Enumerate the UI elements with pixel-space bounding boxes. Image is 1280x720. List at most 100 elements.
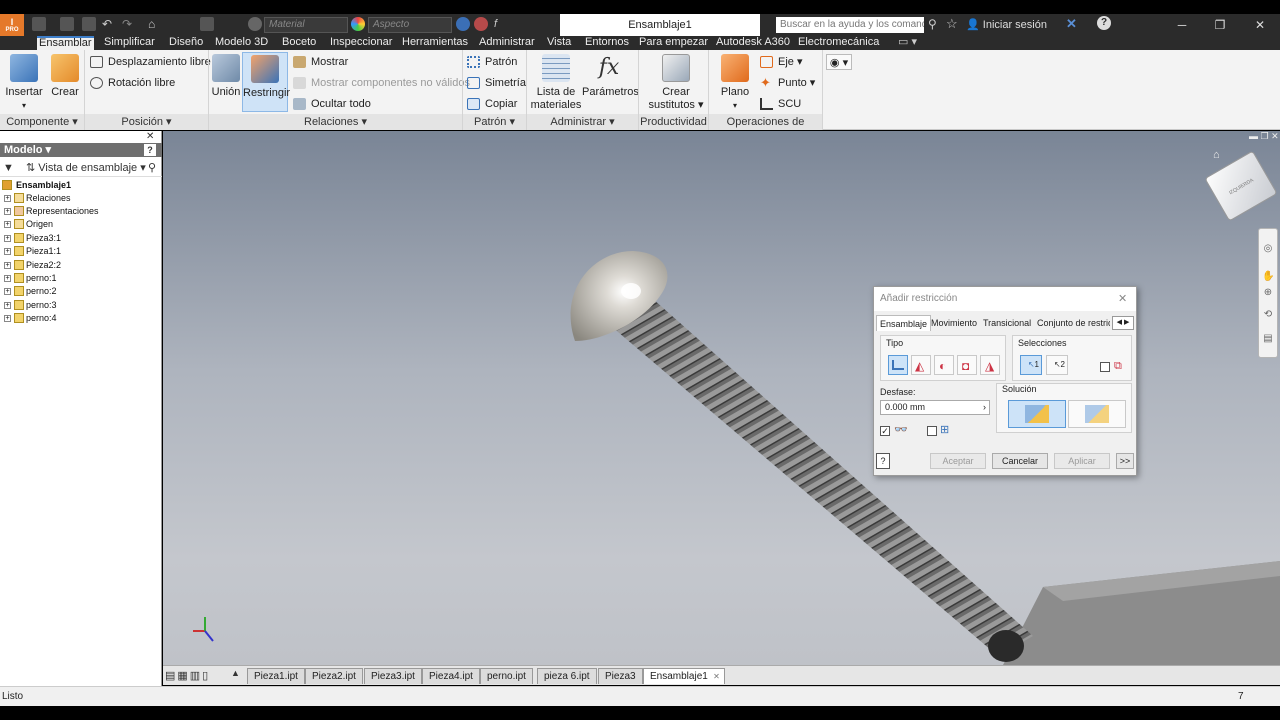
tree-item-pieza1-1[interactable]: + Pieza1:1 <box>4 245 61 258</box>
expand-icon[interactable]: + <box>4 275 11 282</box>
panel-close-icon[interactable]: ✕ <box>146 131 154 142</box>
open-icon[interactable] <box>60 17 74 31</box>
model-panel-header[interactable]: Modelo ▾ ? <box>0 143 162 157</box>
look-at-icon[interactable]: ▤ <box>1262 333 1274 345</box>
select-icon[interactable] <box>200 17 214 31</box>
tab-administrar[interactable]: Administrar <box>477 36 537 50</box>
tab-ensamblar[interactable]: Ensamblar <box>37 36 94 50</box>
restringir-button[interactable]: Restringir <box>242 52 290 112</box>
binoculars-icon[interactable]: ⚲ <box>928 17 942 31</box>
tree-item-representaciones[interactable]: + Representaciones <box>4 205 99 218</box>
doc-tab-pieza3[interactable]: Pieza3.ipt <box>364 668 422 684</box>
tab-entornos[interactable]: Entornos <box>583 36 631 50</box>
dialog-tab-ensamblaje[interactable]: Ensamblaje <box>876 315 932 331</box>
mostrar-no-validos-button[interactable]: Mostrar componentes no válidos <box>293 75 470 91</box>
insertar-button[interactable]: Insertar ▾ <box>4 52 44 112</box>
expand-icon[interactable]: + <box>4 248 11 255</box>
tree-item-perno-1[interactable]: + perno:1 <box>4 272 57 285</box>
tree-item-relaciones[interactable]: + Relaciones <box>4 192 71 205</box>
dialog-tab-movimiento[interactable]: Movimiento <box>928 315 980 331</box>
help-icon[interactable]: ? <box>1097 16 1111 30</box>
parametros-button[interactable]: fx Parámetros <box>582 52 639 99</box>
solution-mate-button[interactable] <box>1008 400 1066 428</box>
ribbon-extra-dropdown[interactable]: ◉ ▾ <box>826 54 852 70</box>
doc-tab-pieza6[interactable]: pieza 6.ipt <box>537 668 597 684</box>
ocultar-todo-button[interactable]: Ocultar todo <box>293 96 371 112</box>
filter-icon[interactable]: ▼ <box>3 159 14 177</box>
doc-tab-pieza1[interactable]: Pieza1.ipt <box>247 668 305 684</box>
expand-icon[interactable]: + <box>4 262 11 269</box>
simetria-button[interactable]: Simetría <box>467 75 526 91</box>
cancelar-button[interactable]: Cancelar <box>992 453 1048 469</box>
view-select[interactable]: ⇅ Vista de ensamblaje ▾ <box>26 159 146 177</box>
tree-item-perno-3[interactable]: + perno:3 <box>4 299 57 312</box>
scroll-up-icon[interactable]: ▲ <box>231 668 240 678</box>
maximize-button[interactable]: ❐ <box>1200 14 1240 36</box>
tab-diseno[interactable]: Diseño <box>167 36 205 50</box>
tab-boceto[interactable]: Boceto <box>280 36 318 50</box>
insert-type-button[interactable]: ◘ <box>957 355 977 375</box>
tangent-type-button[interactable]: ◐ <box>934 355 954 375</box>
help-search-input[interactable]: Buscar en la ayuda y los comandos <box>776 17 924 33</box>
lista-materiales-button[interactable]: Lista de materiales <box>530 52 582 112</box>
tree-root[interactable]: Ensamblaje1 <box>2 179 71 192</box>
expand-icon[interactable]: + <box>4 302 11 309</box>
tab-para-empezar[interactable]: Para empezar <box>637 36 710 50</box>
clear-appearance-icon[interactable] <box>456 17 470 31</box>
tree-item-perno-2[interactable]: + perno:2 <box>4 285 57 298</box>
new-icon[interactable] <box>32 17 46 31</box>
chevron-right-icon[interactable]: › <box>983 401 986 414</box>
doc-tab-ensamblaje1[interactable]: Ensamblaje1 ✕ <box>643 668 725 684</box>
expand-icon[interactable]: + <box>4 315 11 322</box>
redo-icon[interactable]: ↷ <box>122 17 136 31</box>
mate-type-button[interactable] <box>888 355 908 375</box>
adjust-icon[interactable] <box>474 17 488 31</box>
tree-item-perno-4[interactable]: + perno:4 <box>4 312 57 325</box>
update-icon[interactable] <box>248 17 262 31</box>
dialog-help-icon[interactable]: ? <box>876 453 890 469</box>
star-icon[interactable]: ☆ <box>946 16 960 31</box>
pan-icon[interactable]: ✋ <box>1262 271 1274 283</box>
desfase-input[interactable]: 0.000 mm › <box>880 400 990 415</box>
crear-button[interactable]: Crear <box>48 52 82 99</box>
selection-2-button[interactable]: ↖2 <box>1046 355 1068 375</box>
expand-icon[interactable]: + <box>4 288 11 295</box>
first-part-checkbox[interactable] <box>1100 362 1110 372</box>
doc-tab-perno[interactable]: perno.ipt <box>480 668 533 684</box>
tab-simplificar[interactable]: Simplificar <box>102 36 157 50</box>
tree-item-pieza2-2[interactable]: + Pieza2:2 <box>4 259 61 272</box>
group-label-administrar[interactable]: Administrar ▾ <box>527 114 638 130</box>
tab-scroll-arrows[interactable]: ◀ ▶ <box>1112 316 1134 330</box>
selection-1-button[interactable]: ↖1 <box>1020 355 1042 375</box>
viewport-window-controls[interactable]: ▬ ❐ ✕ <box>1249 131 1279 142</box>
aplicar-button[interactable]: Aplicar <box>1054 453 1110 469</box>
preview-checkbox[interactable]: ✓ <box>880 426 890 436</box>
tab-herramientas[interactable]: Herramientas <box>400 36 470 50</box>
crear-sustitutos-button[interactable]: Crear sustitutos ▾ <box>648 52 704 112</box>
group-label-componente[interactable]: Componente ▾ <box>0 114 84 130</box>
union-button[interactable]: Unión <box>210 52 242 99</box>
dialog-tab-conjunto[interactable]: Conjunto de restric <box>1034 315 1110 331</box>
patron-button[interactable]: Patrón <box>467 54 517 70</box>
help-icon[interactable]: ? <box>144 144 156 156</box>
home-icon[interactable]: ⌂ <box>148 17 162 31</box>
zoom-icon[interactable]: ⊕ <box>1262 287 1274 299</box>
eje-button[interactable]: Eje ▾ <box>760 54 802 70</box>
plano-button[interactable]: Plano ▾ <box>714 52 756 112</box>
dialog-tab-transicional[interactable]: Transicional <box>980 315 1034 331</box>
predict-offset-checkbox[interactable] <box>927 426 937 436</box>
login-button[interactable]: 👤 Iniciar sesión <box>966 14 1047 36</box>
minimize-button[interactable]: ─ <box>1162 14 1202 36</box>
fx-icon[interactable]: f <box>494 17 508 31</box>
close-tab-icon[interactable]: ✕ <box>713 669 720 684</box>
solution-flush-button[interactable] <box>1068 400 1126 428</box>
group-label-patron[interactable]: Patrón ▾ <box>463 114 526 130</box>
copiar-button[interactable]: Copiar <box>467 96 517 112</box>
ribbon-options-icon[interactable]: ▭ ▾ <box>896 36 919 50</box>
mostrar-button[interactable]: Mostrar <box>293 54 348 70</box>
tree-item-pieza3-1[interactable]: + Pieza3:1 <box>4 232 61 245</box>
more-options-button[interactable]: >> <box>1116 453 1134 469</box>
search-icon[interactable]: ⚲ <box>148 159 156 177</box>
material-select[interactable]: Material <box>264 17 348 33</box>
tab-modelo-3d[interactable]: Modelo 3D <box>213 36 270 50</box>
